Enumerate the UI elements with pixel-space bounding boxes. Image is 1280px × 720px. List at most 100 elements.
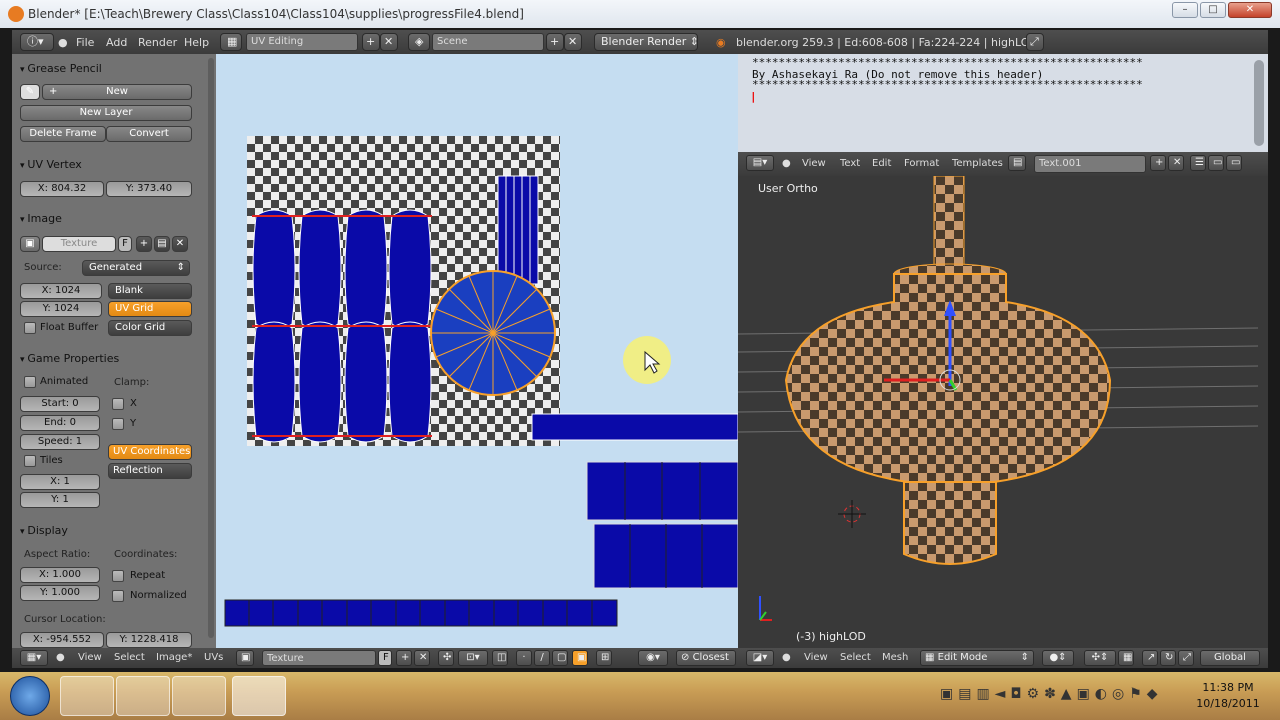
repeat-checkbox[interactable] bbox=[112, 570, 124, 582]
minimize-button[interactable]: – bbox=[1172, 2, 1198, 18]
uv-sync-icon[interactable]: ◫ bbox=[492, 650, 508, 666]
manipulator-rotate-icon[interactable]: ↻ bbox=[1160, 650, 1176, 666]
image-unlink-icon[interactable]: ✕ bbox=[172, 236, 188, 252]
float-buffer-checkbox[interactable] bbox=[24, 322, 36, 334]
scene-field[interactable]: Scene bbox=[432, 33, 544, 51]
uv-menu-view[interactable]: View bbox=[78, 650, 102, 666]
uv-select-mode-icon[interactable]: ⊡▾ bbox=[458, 650, 488, 666]
pencil-icon[interactable]: ✎ bbox=[20, 84, 40, 100]
reflection-option[interactable]: Reflection bbox=[108, 463, 192, 479]
end-field[interactable]: End: 0 bbox=[20, 415, 100, 431]
text-name-field[interactable]: Text.001 bbox=[1034, 155, 1146, 173]
mesh-base[interactable] bbox=[903, 481, 997, 565]
uv-image-name-field[interactable]: Texture bbox=[262, 650, 376, 666]
uv-image-browse-icon[interactable]: ▣ bbox=[236, 650, 254, 666]
uv-grid-option[interactable]: UV Grid bbox=[108, 301, 192, 317]
uv-strip-horizontal-top[interactable] bbox=[531, 413, 738, 441]
remove-screen-icon[interactable]: ✕ bbox=[380, 33, 398, 51]
pivot-icon[interactable]: ✣ bbox=[438, 650, 454, 666]
start-button[interactable] bbox=[10, 676, 50, 716]
screen-layout-icon[interactable]: ▦ bbox=[220, 33, 242, 51]
image-new-icon[interactable]: + bbox=[136, 236, 152, 252]
menu-file[interactable]: File bbox=[76, 36, 94, 49]
image-browse-icon[interactable]: ▣ bbox=[20, 236, 40, 252]
manipulator-scale-icon[interactable]: ⤢ bbox=[1178, 650, 1194, 666]
text-browse-icon[interactable]: ▤ bbox=[1008, 155, 1026, 171]
uv-menu-image[interactable]: Image* bbox=[156, 650, 192, 666]
new-grease-pencil-button[interactable]: + New bbox=[42, 84, 192, 100]
menu-render[interactable]: Render bbox=[138, 36, 177, 49]
transform-orientation-select[interactable]: Global bbox=[1200, 650, 1260, 666]
uv-image-unlink-icon[interactable]: ✕ bbox=[414, 650, 430, 666]
uv-edge-select-icon[interactable]: / bbox=[534, 650, 550, 666]
collapse-icon[interactable]: ● bbox=[56, 650, 65, 666]
color-grid-option[interactable]: Color Grid bbox=[108, 320, 192, 336]
text-menu-view[interactable]: View bbox=[802, 156, 826, 172]
uv-island-select-icon[interactable]: ▣ bbox=[572, 650, 588, 666]
snap-element-select[interactable]: ⊘ Closest bbox=[676, 650, 736, 666]
image-open-icon[interactable]: ▤ bbox=[154, 236, 170, 252]
tiles-checkbox[interactable] bbox=[24, 455, 36, 467]
cursor-y-field[interactable]: Y: 1228.418 bbox=[106, 632, 192, 648]
delete-frame-button[interactable]: Delete Frame bbox=[20, 126, 106, 142]
uv-image-fake-user-button[interactable]: F bbox=[378, 650, 392, 666]
aspect-y-field[interactable]: Y: 1.000 bbox=[20, 585, 100, 601]
taskbar-app-explorer[interactable] bbox=[172, 676, 226, 716]
speed-field[interactable]: Speed: 1 bbox=[20, 434, 100, 450]
mesh-neck[interactable] bbox=[933, 176, 965, 273]
text-editor-type-icon[interactable]: ▤▾ bbox=[746, 155, 774, 171]
remove-scene-icon[interactable]: ✕ bbox=[564, 33, 582, 51]
text-scrollbar[interactable] bbox=[1254, 60, 1264, 146]
clamp-x-checkbox[interactable] bbox=[112, 398, 124, 410]
text-unlink-icon[interactable]: ✕ bbox=[1168, 155, 1184, 171]
menu-add[interactable]: Add bbox=[106, 36, 127, 49]
animated-checkbox[interactable] bbox=[24, 376, 36, 388]
uv-image-editor[interactable] bbox=[216, 54, 738, 648]
clock-time[interactable]: 11:38 PM bbox=[1188, 681, 1268, 694]
text-new-icon[interactable]: + bbox=[1150, 155, 1166, 171]
text-menu-text[interactable]: Text bbox=[840, 156, 860, 172]
start-field[interactable]: Start: 0 bbox=[20, 396, 100, 412]
limit-selection-icon[interactable]: ▦ bbox=[1118, 650, 1134, 666]
uv-face-select-icon[interactable]: ▢ bbox=[552, 650, 568, 666]
close-button[interactable]: ✕ bbox=[1228, 2, 1272, 18]
3d-menu-view[interactable]: View bbox=[804, 650, 828, 666]
source-select[interactable]: Generated ⇕ bbox=[82, 260, 190, 276]
add-scene-icon[interactable]: + bbox=[546, 33, 564, 51]
image-name-field[interactable]: Texture bbox=[42, 236, 116, 252]
tiles-x-field[interactable]: X: 1 bbox=[20, 474, 100, 490]
uv-vertex-select-icon[interactable]: · bbox=[516, 650, 532, 666]
viewport-shading-icon[interactable]: ●⇕ bbox=[1042, 650, 1074, 666]
menu-help[interactable]: Help bbox=[184, 36, 209, 49]
line-numbers-toggle[interactable]: ☰ bbox=[1190, 155, 1206, 171]
taskbar-app-media[interactable] bbox=[116, 676, 170, 716]
uv-editor-type-icon[interactable]: ▦▾ bbox=[20, 650, 48, 666]
3d-viewport[interactable]: User Ortho (-3) highLOD bbox=[738, 176, 1268, 648]
image-y-field[interactable]: Y: 1024 bbox=[20, 301, 102, 317]
text-menu-format[interactable]: Format bbox=[904, 156, 939, 172]
uv-menu-select[interactable]: Select bbox=[114, 650, 145, 666]
uv-islands-svg[interactable] bbox=[216, 54, 738, 648]
tiles-y-field[interactable]: Y: 1 bbox=[20, 492, 100, 508]
manipulator-translate-icon[interactable]: ↗ bbox=[1142, 650, 1158, 666]
taskbar-app-blender[interactable] bbox=[232, 676, 286, 716]
clock-date[interactable]: 10/18/2011 bbox=[1188, 697, 1268, 710]
fullscreen-icon[interactable]: ⤢ bbox=[1026, 33, 1044, 51]
new-layer-button[interactable]: New Layer bbox=[20, 105, 192, 121]
text-editor[interactable]: ****************************************… bbox=[738, 54, 1268, 152]
editor-type-icon[interactable]: ⓘ▾ bbox=[20, 33, 54, 51]
maximize-button[interactable]: □ bbox=[1200, 2, 1226, 18]
render-engine-select[interactable]: Blender Render ⇕ bbox=[594, 33, 699, 51]
text-menu-edit[interactable]: Edit bbox=[872, 156, 891, 172]
screen-layout-field[interactable]: UV Editing bbox=[246, 33, 358, 51]
image-title[interactable]: Image bbox=[20, 212, 61, 230]
normalized-checkbox[interactable] bbox=[112, 590, 124, 602]
clamp-y-checkbox[interactable] bbox=[112, 418, 124, 430]
3d-editor-type-icon[interactable]: ◪▾ bbox=[746, 650, 774, 666]
collapse-icon[interactable]: ● bbox=[58, 36, 68, 49]
word-wrap-toggle[interactable]: ▭ bbox=[1208, 155, 1224, 171]
uv-coordinates-option[interactable]: UV Coordinates bbox=[108, 444, 192, 460]
system-tray-icons[interactable]: ▣▤▥◄◘⚙✽▲▣◐◎⚑◆ bbox=[940, 686, 1163, 702]
uv-menu-uvs[interactable]: UVs bbox=[204, 650, 223, 666]
sticky-select-icon[interactable]: ⊞ bbox=[596, 650, 612, 666]
